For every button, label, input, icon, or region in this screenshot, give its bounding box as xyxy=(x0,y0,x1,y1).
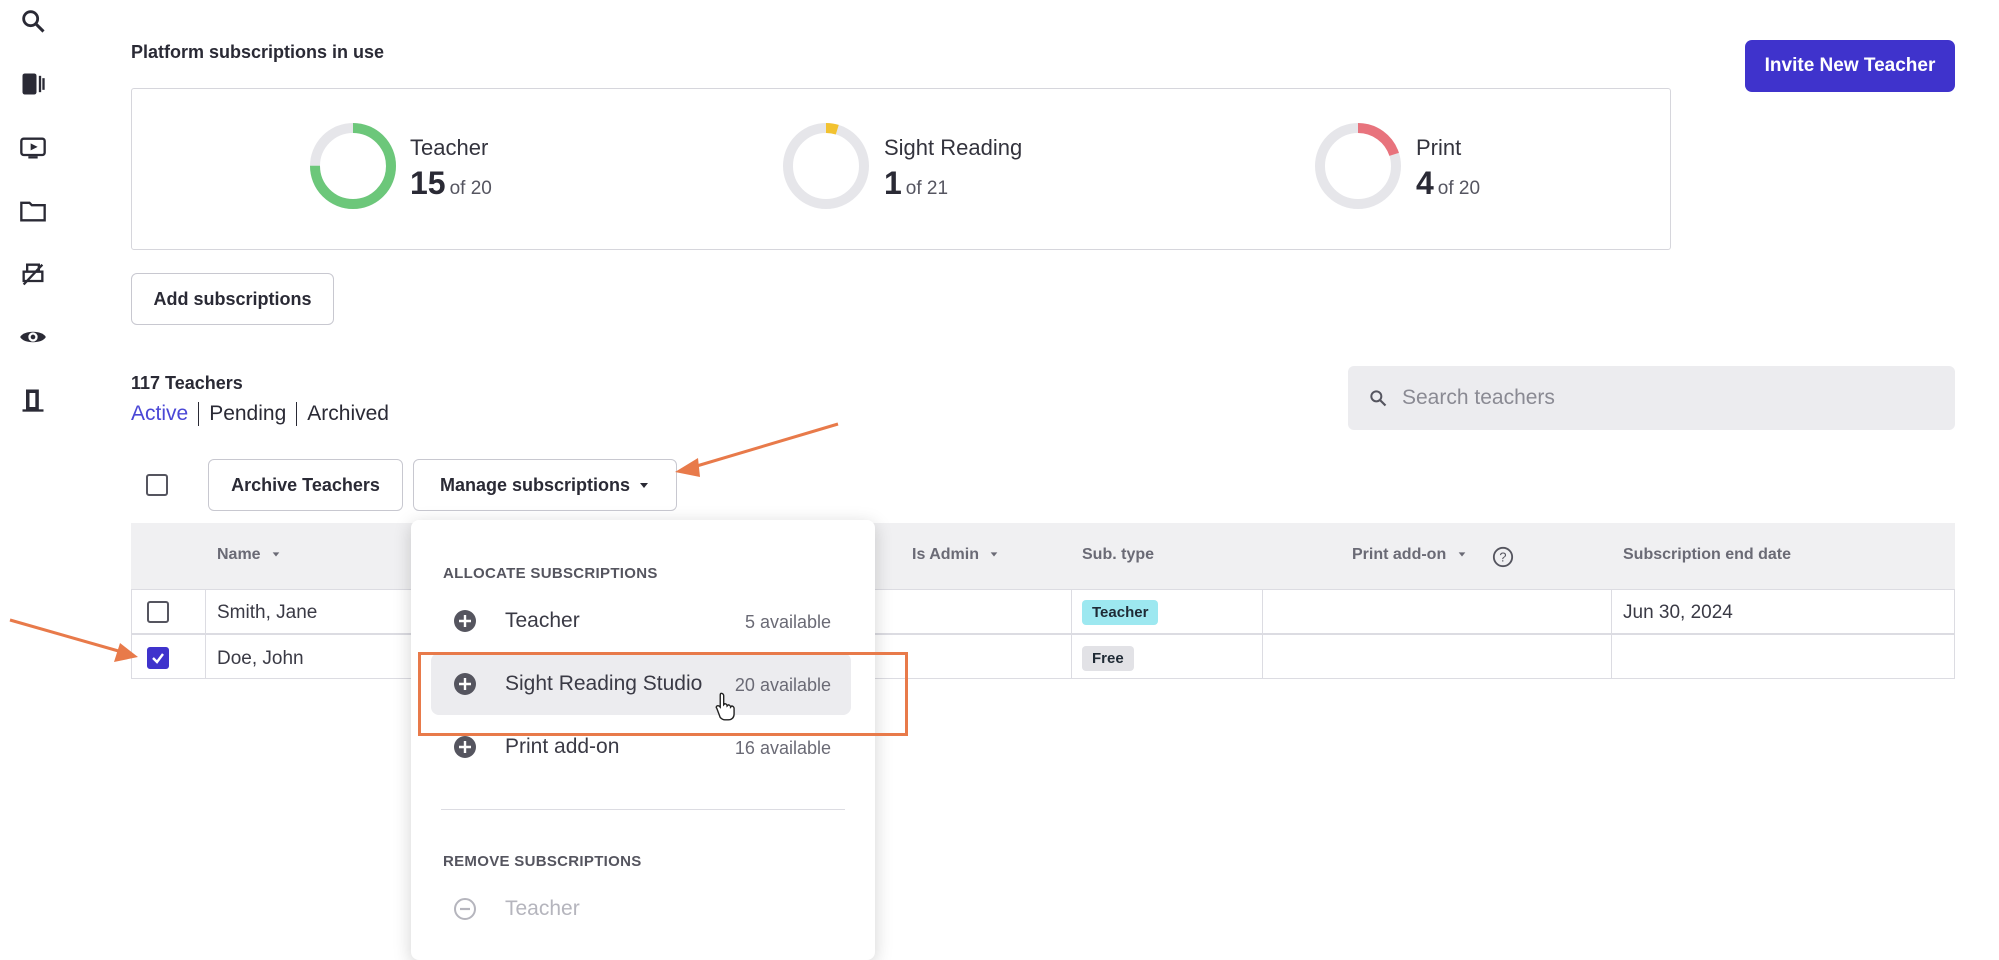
menu-item-available: 16 available xyxy=(734,738,831,758)
eye-icon[interactable] xyxy=(18,322,48,352)
filter-separator xyxy=(296,402,298,426)
column-is-admin[interactable]: Is Admin xyxy=(912,546,999,564)
manage-subscriptions-button[interactable]: Manage subscriptions xyxy=(413,459,677,511)
sort-icon xyxy=(272,552,280,557)
teacher-count: 117 Teachers xyxy=(131,373,243,393)
manage-subscriptions-label: Manage subscriptions xyxy=(439,474,631,495)
annotation-arrow xyxy=(9,618,123,654)
invite-teacher-button[interactable]: Invite New Teacher xyxy=(1745,40,1955,92)
annotation-arrowhead xyxy=(675,458,700,477)
archive-teachers-button[interactable]: Archive Teachers xyxy=(208,459,403,511)
table-row xyxy=(131,634,1955,679)
filter-separator xyxy=(198,402,200,426)
print-donut xyxy=(1315,123,1401,209)
column-divider xyxy=(1262,589,1263,679)
caret-down-icon xyxy=(640,483,649,488)
select-all-checkbox[interactable] xyxy=(146,474,168,496)
column-print-addon[interactable]: Print add-on xyxy=(1352,546,1467,564)
menu-item-label: Teacher xyxy=(505,897,580,920)
menu-item-available: 5 available xyxy=(744,612,831,632)
column-end-date: Subscription end date xyxy=(1623,546,1792,563)
video-icon[interactable] xyxy=(18,133,48,163)
teacher-name[interactable]: Smith, Jane xyxy=(217,602,317,624)
teacher-donut xyxy=(310,123,396,209)
folder-icon[interactable] xyxy=(18,196,48,226)
menu-item-label: Print add-on xyxy=(505,735,620,758)
allocate-heading: ALLOCATE SUBSCRIPTIONS xyxy=(443,565,658,582)
annotation-arrow xyxy=(689,422,839,470)
plus-circle-icon xyxy=(454,736,476,758)
sight-reading-sub-count: 1 of 21 xyxy=(884,165,949,201)
end-date: Jun 30, 2024 xyxy=(1623,602,1733,623)
help-icon[interactable]: ? xyxy=(1492,546,1514,568)
menu-item-label: Teacher xyxy=(505,609,580,632)
sight-reading-sub-label: Sight Reading xyxy=(884,135,1023,160)
column-name[interactable]: Name xyxy=(217,546,281,564)
column-divider xyxy=(1071,589,1072,679)
check-icon xyxy=(152,653,164,664)
filter-active[interactable]: Active xyxy=(131,402,188,426)
plus-circle-icon xyxy=(454,610,476,632)
print-icon[interactable] xyxy=(18,259,48,289)
svg-text:?: ? xyxy=(1499,550,1506,565)
teacher-sub-count: 15 of 20 xyxy=(410,165,492,201)
sub-type-badge: Teacher xyxy=(1082,600,1159,625)
remove-heading: REMOVE SUBSCRIPTIONS xyxy=(443,853,642,870)
subscriptions-title: Platform subscriptions in use xyxy=(131,42,385,62)
search-icon xyxy=(1370,390,1387,407)
subscriptions-panel: Teacher 15 of 20 Sight Reading 1 of 21 Pri… xyxy=(131,88,1671,250)
book-icon[interactable] xyxy=(18,69,48,99)
column-divider xyxy=(1611,589,1612,679)
row-checkbox[interactable] xyxy=(147,601,169,623)
print-sub-count: 4 of 20 xyxy=(1416,165,1481,201)
minus-circle-icon xyxy=(454,898,476,920)
search-icon[interactable] xyxy=(18,6,48,36)
remove-teacher-item: Teacher xyxy=(431,878,851,940)
sub-type-badge: Free xyxy=(1082,646,1134,671)
add-subscriptions-button[interactable]: Add subscriptions xyxy=(131,273,334,325)
teacher-sub-label: Teacher xyxy=(410,135,489,160)
door-exit-icon[interactable] xyxy=(18,385,48,415)
teacher-name[interactable]: Doe, John xyxy=(217,648,304,670)
print-sub-label: Print xyxy=(1416,135,1462,160)
column-sub-type: Sub. type xyxy=(1082,546,1155,563)
filter-pending[interactable]: Pending xyxy=(209,402,286,426)
status-filter: Active Pending Archived xyxy=(131,402,389,426)
row-checkbox[interactable] xyxy=(147,647,169,669)
annotation-highlight-box xyxy=(418,652,908,736)
sort-icon xyxy=(991,552,998,557)
manage-subscriptions-menu: ALLOCATE SUBSCRIPTIONS Teacher 5 availab… xyxy=(411,520,875,960)
column-divider xyxy=(205,589,206,679)
filter-archived[interactable]: Archived xyxy=(307,402,389,426)
allocate-teacher-item[interactable]: Teacher 5 available xyxy=(431,590,851,652)
search-input[interactable] xyxy=(1400,385,1924,411)
sort-icon xyxy=(1458,552,1466,557)
search-teachers[interactable] xyxy=(1348,366,1955,430)
menu-divider xyxy=(441,809,845,810)
sight-reading-donut xyxy=(783,123,869,209)
